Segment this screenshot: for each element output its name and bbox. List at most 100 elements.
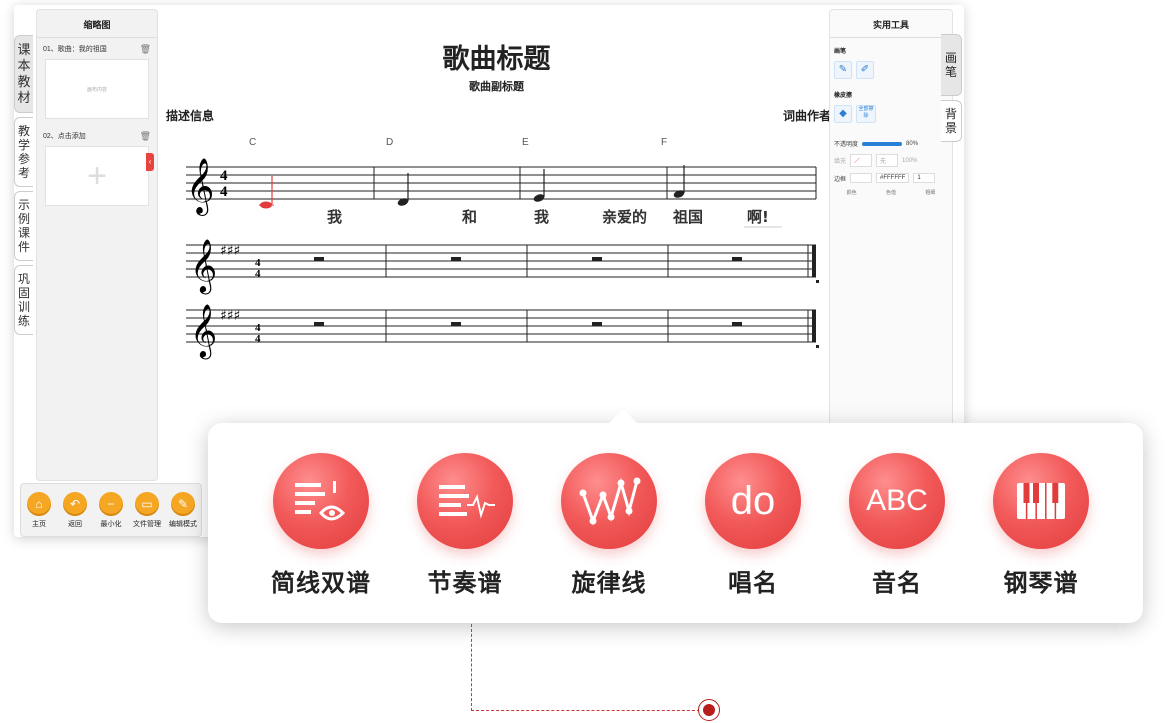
feature-piano-score[interactable]: 钢琴谱 xyxy=(981,453,1101,598)
dual-notation-icon xyxy=(273,453,369,549)
home-button[interactable]: ⌂ 主页 xyxy=(22,491,56,529)
rhythm-icon xyxy=(417,453,513,549)
whole-rest xyxy=(732,322,742,326)
fill-percent[interactable]: 100% xyxy=(902,158,917,164)
back-label: 返回 xyxy=(68,520,82,528)
solfege-icon: do xyxy=(705,453,801,549)
left-tab-bar: 课本教材 教学参考 示例课件 巩固训练 xyxy=(14,35,34,339)
eraser-tools: ◆ 全部擦除 xyxy=(830,102,952,126)
feature-dual-notation[interactable]: 简线双谱 xyxy=(261,453,381,598)
right-tab-bar: 画笔 背景 xyxy=(941,34,963,146)
opacity-value[interactable]: 80% xyxy=(906,141,918,147)
lyric-word[interactable]: 亲爱的 xyxy=(602,208,647,226)
feature-popup: 简线双谱 节奏谱 旋律线 do 唱名 ABC 音名 钢琴谱 xyxy=(208,409,1143,623)
fill-swatch[interactable]: ／ xyxy=(850,154,873,167)
add-page-button[interactable]: + xyxy=(45,146,149,206)
chord-symbol: F xyxy=(661,137,667,148)
tools-panel-title: 实用工具 xyxy=(830,10,952,38)
folder-icon: ▭ xyxy=(135,491,159,516)
minimize-icon: − xyxy=(99,491,123,516)
whole-rest xyxy=(451,257,461,261)
trash-icon[interactable]: 🗑 xyxy=(140,44,151,55)
border-row: 边框 #FFFFFF 1 xyxy=(830,170,952,186)
feature-rhythm[interactable]: 节奏谱 xyxy=(405,453,525,598)
edit-mode-button[interactable]: ✎ 编辑模式 xyxy=(166,491,200,529)
highlighter-icon[interactable]: ✐ xyxy=(856,61,874,79)
file-manager-button[interactable]: ▭ 文件管理 xyxy=(130,491,164,529)
border-swatch[interactable] xyxy=(850,173,873,183)
thumbnail-2-label: 02、点击添加 xyxy=(43,133,86,140)
collapse-panel-button[interactable]: ‹ xyxy=(146,153,154,171)
tab-background[interactable]: 背景 xyxy=(941,100,962,142)
piano-score-label: 钢琴谱 xyxy=(1003,570,1079,597)
chord-symbol: E xyxy=(522,137,529,148)
lyric-word[interactable]: 我 xyxy=(534,208,549,226)
pen-icon[interactable]: ✎ xyxy=(834,61,852,79)
feature-solfege[interactable]: do 唱名 xyxy=(693,453,813,598)
pen-section-label: 画笔 xyxy=(834,49,847,55)
chord-symbol: C xyxy=(249,137,256,148)
time-signature-bottom: 4 xyxy=(255,333,261,345)
tab-pen[interactable]: 画笔 xyxy=(941,34,962,96)
fill-value-field[interactable]: 无 xyxy=(876,154,899,167)
feature-note-names[interactable]: ABC 音名 xyxy=(837,453,957,598)
border-column-labels: 颜色 色值 粗细 xyxy=(830,186,952,199)
thumbnail-panel: 缩略图 01、歌曲：我的祖国 🗑 画布内容 02、点击添加 🗑 + xyxy=(36,9,158,481)
time-signature-bottom: 4 xyxy=(255,268,261,280)
eraser-icon[interactable]: ◆ xyxy=(834,105,852,123)
dual-notation-label: 简线双谱 xyxy=(271,570,371,597)
rhythm-label: 节奏谱 xyxy=(427,570,503,597)
thumbnail-panel-title: 缩略图 xyxy=(37,10,157,38)
whole-rest xyxy=(451,322,461,326)
tab-teaching-reference[interactable]: 教学参考 xyxy=(14,117,33,187)
opacity-row: 不透明度 80% xyxy=(830,136,952,151)
note-names-glyph: ABC xyxy=(866,484,928,517)
tools-panel: 实用工具 画笔 ✎ ✐ 橡皮擦 ◆ 全部擦除 不透明度 80% 填充 ／ 无 1… xyxy=(829,9,953,431)
end-dot xyxy=(816,345,819,348)
feature-melody-line[interactable]: 旋律线 xyxy=(549,453,669,598)
score-canvas[interactable]: 歌曲标题 歌曲副标题 描述信息 词曲作者 C D E F 𝄞 4 4 我 和 我… xyxy=(164,5,831,425)
lyric-word[interactable]: 祖国 xyxy=(672,208,703,226)
back-button[interactable]: ↶ 返回 xyxy=(58,491,92,529)
tab-textbook[interactable]: 课本教材 xyxy=(14,35,33,113)
whole-rest xyxy=(592,257,602,261)
piano-icon xyxy=(993,453,1089,549)
staff-1 xyxy=(186,166,817,200)
whole-rest xyxy=(592,322,602,326)
chord-symbol: D xyxy=(386,137,393,148)
value-col-label: 色值 xyxy=(885,190,896,196)
staff-notation: C D E F 𝄞 4 4 我 和 我 亲爱的 祖国 啊! 𝄞 ♯♯♯ 4 4 … xyxy=(186,137,819,359)
whole-rest xyxy=(314,322,324,326)
treble-clef: 𝄞 xyxy=(190,238,217,294)
minimize-button[interactable]: − 最小化 xyxy=(94,491,128,529)
trash-icon[interactable]: 🗑 xyxy=(140,131,151,142)
back-icon: ↶ xyxy=(63,491,87,516)
opacity-slider[interactable] xyxy=(862,141,903,146)
tab-practice[interactable]: 巩固训练 xyxy=(14,265,33,335)
bottom-toolbar: ⌂ 主页 ↶ 返回 − 最小化 ▭ 文件管理 ✎ 编辑模式 xyxy=(20,483,202,537)
note-names-label: 音名 xyxy=(872,570,922,597)
border-color-field[interactable]: #FFFFFF xyxy=(876,173,910,183)
minimize-label: 最小化 xyxy=(100,520,122,528)
edit-icon: ✎ xyxy=(171,491,195,516)
width-col-label: 粗细 xyxy=(925,190,936,196)
home-label: 主页 xyxy=(32,520,46,528)
solfege-glyph: do xyxy=(730,479,776,523)
edit-mode-label: 编辑模式 xyxy=(169,520,197,528)
lyric-word[interactable]: 和 xyxy=(462,208,477,226)
solfege-label: 唱名 xyxy=(728,570,778,597)
target-dot-icon xyxy=(698,699,720,721)
lyric-word[interactable]: 我 xyxy=(327,208,342,226)
whole-rest xyxy=(732,257,742,261)
lyric-word[interactable]: 啊! xyxy=(747,208,769,226)
melody-line-label: 旋律线 xyxy=(571,570,647,597)
key-sharps: ♯♯♯ xyxy=(220,243,240,259)
time-signature-bottom: 4 xyxy=(220,184,228,200)
tab-example-courseware[interactable]: 示例课件 xyxy=(14,191,33,261)
staff-3 xyxy=(186,309,816,343)
border-width-field[interactable]: 1 xyxy=(913,173,936,183)
key-sharps: ♯♯♯ xyxy=(220,308,240,324)
opacity-label: 不透明度 xyxy=(834,142,859,148)
thumbnail-1[interactable]: 画布内容 xyxy=(45,59,149,119)
clear-all-button[interactable]: 全部擦除 xyxy=(856,105,876,123)
